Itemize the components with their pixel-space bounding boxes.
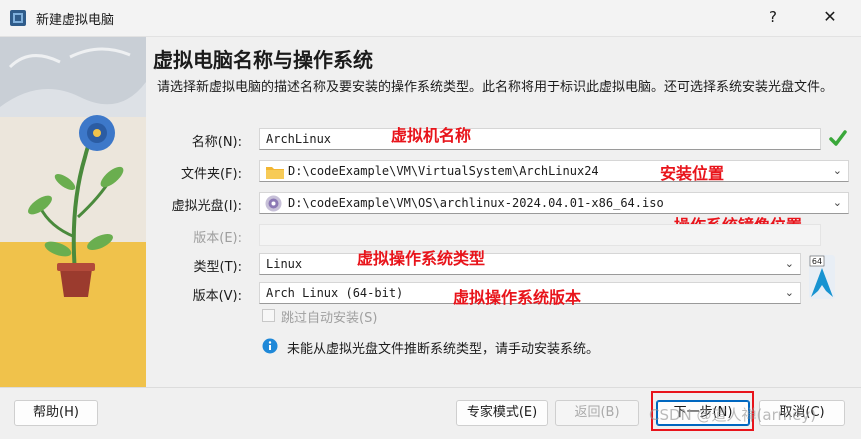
folder-icon <box>266 167 284 179</box>
help-icon[interactable]: ? <box>762 6 784 28</box>
close-button[interactable]: ✕ <box>818 6 842 28</box>
page-description: 请选择新虚拟电脑的描述名称及要安装的操作系统类型。此名称将用于标识此虚拟电脑。还… <box>157 80 834 95</box>
valid-check-icon <box>829 130 847 146</box>
chevron-down-icon[interactable]: ⌄ <box>785 283 794 303</box>
type-combo[interactable]: Linux ⌄ <box>259 253 801 275</box>
type-value: Linux <box>266 257 303 271</box>
wizard-illustration <box>0 37 146 387</box>
folder-path-value: D:\codeExample\VM\VirtualSystem\ArchLinu… <box>288 164 599 178</box>
title-bar: 新建虚拟电脑 ? ✕ <box>0 0 861 37</box>
edition-combo <box>259 224 821 246</box>
version-value: Arch Linux (64-bit) <box>266 286 404 300</box>
expert-mode-button[interactable]: 专家模式(E) <box>456 400 548 426</box>
iso-label: 虚拟光盘(I): <box>171 199 242 214</box>
iso-path-value: D:\codeExample\VM\OS\archlinux-2024.04.0… <box>288 196 664 210</box>
new-vm-dialog: 新建虚拟电脑 ? ✕ 虚拟电脑名称与操作系统 请选择新虚拟电脑的描述名称及要安装… <box>0 0 861 439</box>
iso-combo[interactable]: D:\codeExample\VM\OS\archlinux-2024.04.0… <box>259 192 849 214</box>
version-label: 版本(V): <box>192 289 242 304</box>
disc-icon <box>265 195 282 212</box>
annotation-type: 虚拟操作系统类型 <box>357 249 486 268</box>
annotation-version: 虚拟操作系统版本 <box>453 288 582 307</box>
flower-illustration <box>0 37 146 387</box>
arch-linux-os-icon: 64 <box>809 255 835 299</box>
skip-unattended-label: 跳过自动安装(S) <box>281 311 378 326</box>
watermark: CSDN @道人禅(armey) <box>649 406 817 424</box>
name-label: 名称(N): <box>191 135 242 150</box>
type-label: 类型(T): <box>193 260 242 275</box>
page-title: 虚拟电脑名称与操作系统 <box>153 48 373 72</box>
info-icon <box>262 338 278 354</box>
help-button[interactable]: 帮助(H) <box>14 400 98 426</box>
virtualbox-icon <box>10 10 26 26</box>
name-input-value: ArchLinux <box>266 132 332 146</box>
edition-label: 版本(E): <box>193 231 242 246</box>
window-title: 新建虚拟电脑 <box>36 13 115 28</box>
folder-combo[interactable]: D:\codeExample\VM\VirtualSystem\ArchLinu… <box>259 160 849 182</box>
info-message: 未能从虚拟光盘文件推断系统类型，请手动安装系统。 <box>287 342 600 357</box>
name-input[interactable]: ArchLinux <box>259 128 821 150</box>
chevron-down-icon[interactable]: ⌄ <box>833 193 842 213</box>
skip-unattended-checkbox <box>262 309 275 322</box>
folder-label: 文件夹(F): <box>180 167 242 182</box>
back-button[interactable]: 返回(B) <box>555 400 639 426</box>
chevron-down-icon[interactable]: ⌄ <box>785 254 794 274</box>
os-badge-64: 64 <box>812 257 822 266</box>
chevron-down-icon[interactable]: ⌄ <box>833 161 842 181</box>
annotation-name: 虚拟机名称 <box>391 126 472 145</box>
annotation-folder: 安装位置 <box>660 164 725 183</box>
